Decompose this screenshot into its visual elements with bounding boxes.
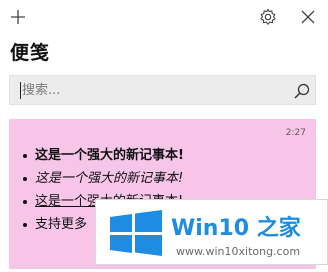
search-button[interactable] xyxy=(291,80,313,102)
search-box[interactable] xyxy=(9,75,316,105)
watermark-title: Win10 之家 xyxy=(171,216,301,241)
search-icon xyxy=(294,83,310,99)
windows-logo-icon xyxy=(110,210,162,256)
search-input[interactable] xyxy=(22,76,282,104)
text-caret xyxy=(20,82,21,99)
site-watermark: Win10 之家 www.win10xitong.com xyxy=(95,199,328,265)
gear-icon xyxy=(260,8,276,25)
new-note-button[interactable] xyxy=(6,5,30,29)
title-bar xyxy=(0,0,328,32)
app-title: 便笺 xyxy=(10,42,51,64)
close-icon xyxy=(301,10,315,24)
watermark-url: www.win10xitong.com xyxy=(176,245,301,258)
note-line-bold: 这是一个强大的新记事本! xyxy=(23,144,184,167)
settings-button[interactable] xyxy=(256,5,280,29)
plus-icon xyxy=(11,10,25,24)
close-button[interactable] xyxy=(296,5,320,29)
note-timestamp: 2:27 xyxy=(285,128,306,138)
note-line-italic: 这是一个强大的新记事本! xyxy=(23,167,184,190)
